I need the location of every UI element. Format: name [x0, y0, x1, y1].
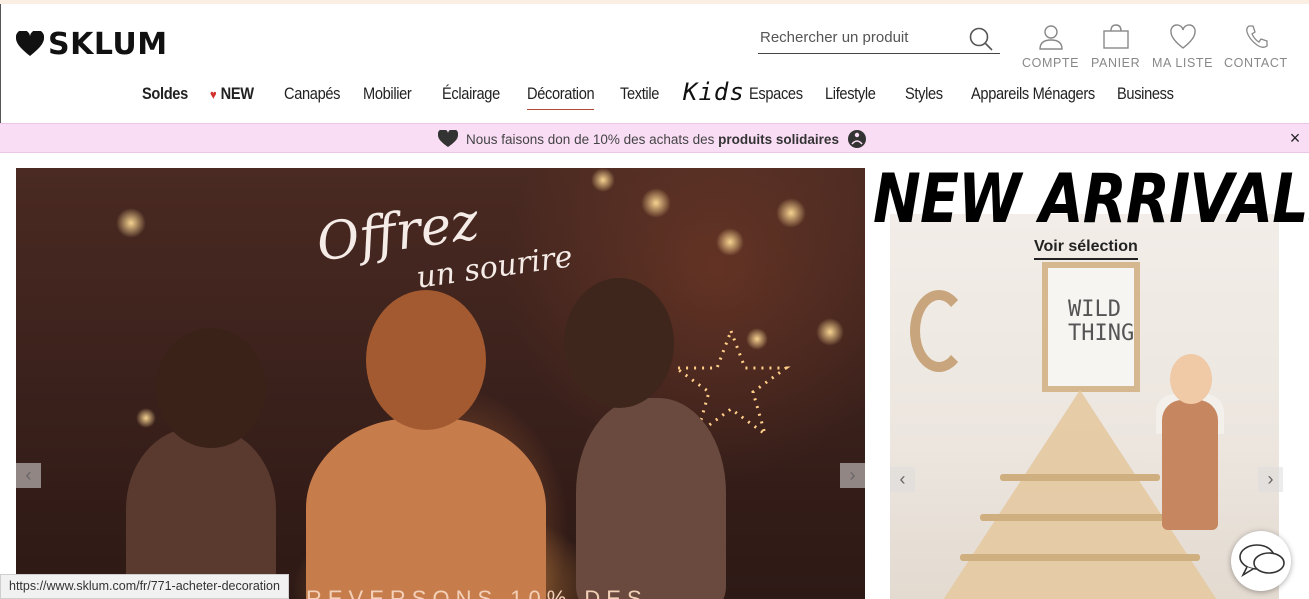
top-accent-line: [0, 0, 1309, 4]
light-dot: [116, 208, 146, 238]
nav-item-new[interactable]: ♥ NEW: [210, 84, 254, 104]
promo-close-button[interactable]: ×: [1285, 128, 1305, 148]
light-dot: [591, 168, 615, 192]
nav-item-styles[interactable]: Styles: [905, 84, 943, 104]
cart-link[interactable]: PANIER: [1091, 24, 1140, 70]
nav-item-new-label: NEW: [220, 84, 254, 103]
hero-script-text: Offrez un sourire: [313, 192, 575, 296]
heart-outline-icon: [1169, 24, 1196, 49]
promo-text-main: Nous faisons don de 10% des achats des: [466, 131, 719, 147]
light-dot: [136, 408, 156, 428]
light-dot: [776, 198, 806, 228]
user-icon: [1038, 25, 1063, 50]
browser-status-url: https://www.sklum.com/fr/771-acheter-dec…: [0, 574, 289, 599]
nav-item-eclairage[interactable]: Éclairage: [442, 84, 500, 104]
nav-item-canapes[interactable]: Canapés: [284, 84, 340, 104]
child-head: [564, 278, 674, 408]
cart-label: PANIER: [1091, 56, 1141, 70]
charity-globe-icon: [847, 130, 866, 148]
wall-frame: WILD THING: [1042, 262, 1140, 392]
search-box: [758, 22, 1000, 54]
search-input[interactable]: [758, 22, 958, 52]
account-label: COMPTE: [1022, 56, 1080, 70]
moon-decoration: [910, 290, 968, 372]
hero-next-button[interactable]: ›: [840, 463, 865, 488]
search-icon[interactable]: [968, 26, 994, 52]
account-link[interactable]: COMPTE: [1022, 24, 1079, 70]
frame-text: WILD THING: [1068, 297, 1135, 347]
main-nav: Soldes ♥ NEW Canapés Mobilier Éclairage D…: [0, 84, 1309, 114]
promo-bar: Nous faisons don de 10% des achats des p…: [0, 123, 1309, 153]
promo-text-bold: produits solidaires: [718, 131, 839, 147]
nav-item-appareils-menagers[interactable]: Appareils Ménagers: [971, 84, 1095, 104]
child-figure: [306, 418, 546, 599]
logo[interactable]: SKLUM: [16, 26, 168, 62]
hero-banner[interactable]: Offrez un sourire REVERSONS 10% DES: [16, 168, 865, 599]
heart-logo-icon: [16, 31, 44, 56]
heart-icon: ♥: [210, 87, 217, 102]
light-dot: [716, 228, 744, 256]
nav-item-business[interactable]: Business: [1117, 84, 1174, 104]
logo-text: SKLUM: [48, 26, 168, 62]
phone-icon: [1245, 25, 1268, 48]
shopping-bag-icon: [1102, 24, 1129, 49]
nav-item-textile[interactable]: Textile: [620, 84, 659, 104]
triangle-rung: [980, 514, 1180, 521]
child-head: [156, 328, 266, 448]
contact-label: CONTACT: [1224, 56, 1288, 70]
heart-icon: [438, 130, 458, 147]
voir-selection-link[interactable]: Voir sélection: [1034, 238, 1138, 260]
new-arrivals-next-button[interactable]: ›: [1258, 467, 1283, 492]
wishlist-link[interactable]: MA LISTE: [1152, 24, 1213, 70]
child-head: [366, 290, 486, 430]
toddler-head: [1170, 354, 1212, 404]
light-dot: [641, 188, 671, 218]
child-figure: [576, 398, 726, 599]
chat-bubbles-icon: [1239, 544, 1285, 578]
hero-prev-button[interactable]: ‹: [16, 463, 41, 488]
nav-item-soldes[interactable]: Soldes: [142, 84, 188, 104]
nav-item-lifestyle[interactable]: Lifestyle: [825, 84, 876, 104]
hero-bottom-text: REVERSONS 10% DES: [306, 586, 648, 599]
nav-item-mobilier[interactable]: Mobilier: [363, 84, 412, 104]
wishlist-label: MA LISTE: [1152, 56, 1214, 70]
triangle-rung: [1000, 474, 1160, 481]
nav-item-decoration[interactable]: Décoration: [527, 84, 595, 110]
new-arrivals-image[interactable]: WILD THING: [890, 214, 1279, 599]
chat-button[interactable]: [1231, 531, 1291, 591]
nav-item-espaces[interactable]: Espaces: [749, 84, 803, 104]
triangle-rung: [960, 554, 1200, 561]
contact-link[interactable]: CONTACT: [1224, 24, 1288, 70]
nav-item-kids[interactable]: Kids: [683, 78, 745, 106]
promo-text[interactable]: Nous faisons don de 10% des achats des p…: [466, 132, 839, 147]
light-dot: [816, 318, 844, 346]
new-arrivals-prev-button[interactable]: ‹: [890, 467, 915, 492]
new-arrivals-title: NEW ARRIVALS: [873, 160, 1309, 239]
toddler-figure: [1162, 400, 1218, 530]
